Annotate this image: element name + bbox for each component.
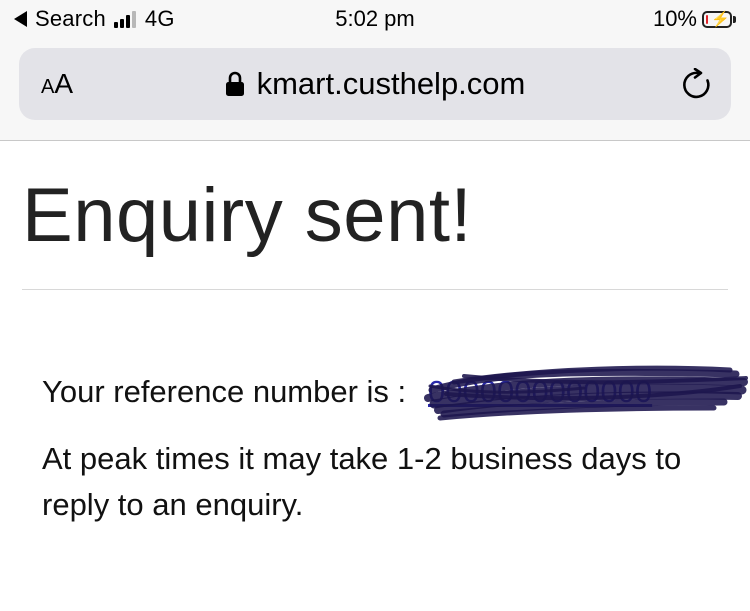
title-divider — [22, 289, 728, 290]
reply-time-info: At peak times it may take 1-2 business d… — [42, 441, 682, 522]
battery-level — [706, 14, 708, 24]
address-bar[interactable]: AA kmart.custhelp.com — [19, 48, 731, 120]
charging-bolt-icon: ⚡ — [711, 10, 730, 28]
url-text[interactable]: kmart.custhelp.com — [257, 66, 526, 102]
status-time: 5:02 pm — [335, 6, 415, 31]
battery-percent: 10% — [652, 6, 697, 31]
page-title: Enquiry sent! — [22, 173, 473, 258]
status-right: 10% ⚡ — [653, 6, 736, 32]
status-bar: Search 4G 5:02 pm 10% ⚡ — [0, 0, 750, 40]
browser-toolbar: AA kmart.custhelp.com — [0, 40, 750, 141]
lock-icon — [225, 71, 244, 96]
redaction-scribble — [424, 365, 748, 421]
reference-label: Your reference number is : — [42, 374, 407, 409]
reload-icon[interactable] — [681, 68, 715, 102]
screen: Search 4G 5:02 pm 10% ⚡ AA kmart.custhel… — [0, 0, 750, 611]
url-container[interactable]: kmart.custhelp.com — [19, 66, 731, 102]
battery-icon: ⚡ — [702, 10, 732, 28]
battery-tip-icon — [733, 15, 736, 23]
